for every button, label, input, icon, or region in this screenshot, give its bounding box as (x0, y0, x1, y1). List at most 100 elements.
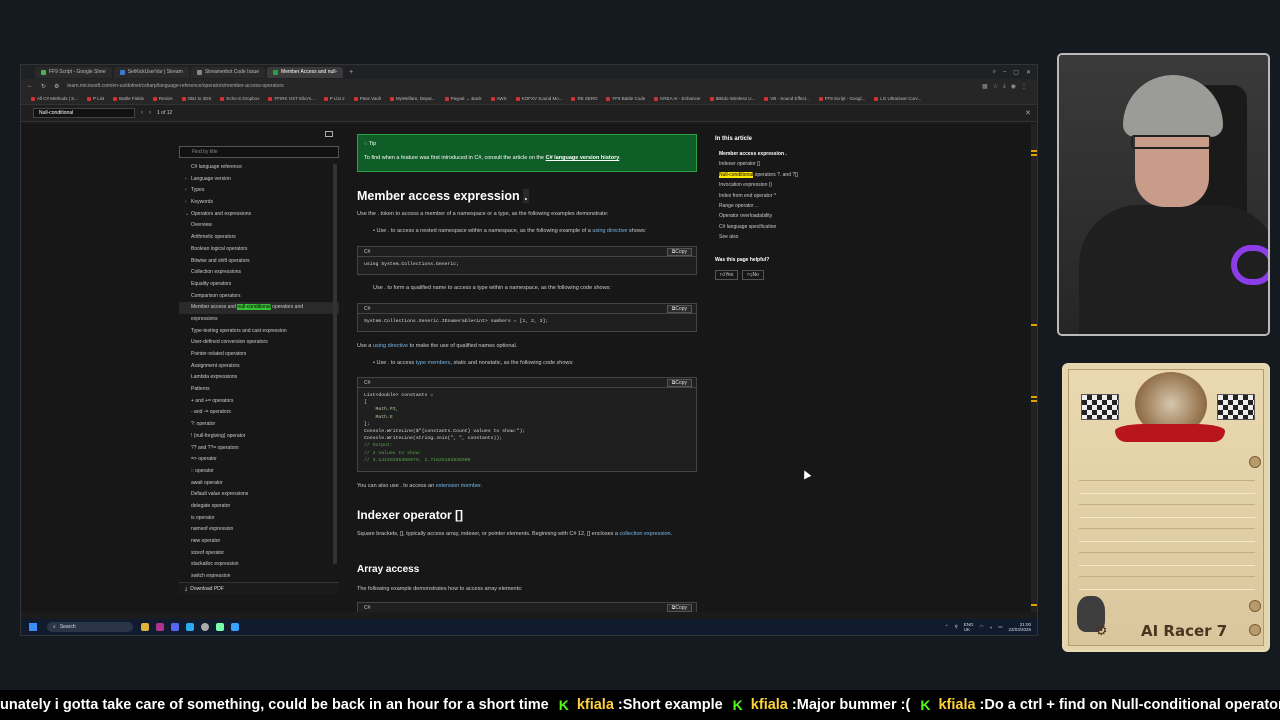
no-button[interactable]: 👎︎ No (742, 270, 764, 280)
bookmark-item[interactable]: FF9 Battle Code (606, 96, 645, 101)
toc-item[interactable]: => operator (179, 454, 339, 466)
in-this-article-link[interactable]: Member access expression . (719, 149, 798, 159)
find-input[interactable]: Null-conditional (33, 108, 135, 118)
toc-item[interactable]: nameof expression (179, 524, 339, 536)
toc-item[interactable]: new operator (179, 536, 339, 548)
app-icon[interactable] (216, 623, 224, 631)
bookmark-item[interactable]: Resize (152, 96, 173, 101)
bookmark-item[interactable]: P List 2 (323, 96, 345, 101)
toc-item[interactable]: + and += operators (179, 396, 339, 408)
profile-icon[interactable]: ◉ (1011, 83, 1016, 90)
bookmark-item[interactable]: Battle Fields (113, 96, 144, 101)
toc-item[interactable]: delegate operator (179, 501, 339, 513)
wifi-icon[interactable]: ◠ (980, 624, 984, 630)
in-this-article-link[interactable]: C# language specification (719, 222, 798, 232)
taskbar-search[interactable]: ⌕ Search (47, 622, 133, 632)
using-directive-link[interactable]: using directive (592, 228, 627, 234)
copy-button[interactable]: ⧉ Copy (666, 247, 692, 256)
battery-icon[interactable]: ▭ (998, 624, 1002, 630)
volume-icon[interactable]: ◖ (989, 625, 992, 630)
bookmark-item[interactable]: All C# Methods | S... (31, 96, 78, 101)
bookmark-item[interactable]: RE ZERO (571, 96, 597, 101)
in-this-article-link[interactable]: See also (719, 232, 798, 242)
toc-item[interactable]: :: operator (179, 466, 339, 478)
bookmark-item[interactable]: VB - Sound Effect... (764, 96, 810, 101)
back-icon[interactable]: ← (27, 83, 33, 89)
copy-button[interactable]: ⧉ Copy (666, 603, 692, 612)
in-this-article-link[interactable]: Indexer operator [] (719, 159, 798, 169)
filter-by-title-input[interactable]: Find by title (179, 146, 339, 158)
bookmark-item[interactable]: Pass Vault (353, 96, 381, 101)
menu-icon[interactable]: ⋮ (1021, 83, 1027, 90)
toc-item[interactable]: ! (null-forgiving) operator (179, 431, 339, 443)
in-this-article-link[interactable]: Null-conditional operators ?. and ?[] (719, 170, 798, 180)
toc-item[interactable]: Default value expressions (179, 489, 339, 501)
reload-icon[interactable]: ↻ (41, 83, 46, 90)
toc-item[interactable]: Pointer-related operators (179, 349, 339, 361)
toc-item[interactable]: Member access and null-conditional opera… (179, 302, 339, 314)
toc-item[interactable]: User-defined conversion operators (179, 337, 339, 349)
toc-item[interactable]: Bitwise and shift operators (179, 256, 339, 268)
bookmark-star-icon[interactable]: ☆ (993, 83, 998, 90)
toc-item[interactable]: expressions (179, 314, 339, 326)
toc-item[interactable]: › Language version (179, 174, 339, 186)
toc-item[interactable]: ?: operator (179, 419, 339, 431)
bookmark-item[interactable]: LG UltraGear Curv... (874, 96, 921, 101)
tab-member-access[interactable]: Member Access and null- (267, 66, 344, 78)
toc-item[interactable]: Equality operators (179, 279, 339, 291)
toc-item[interactable]: C# language reference (179, 162, 339, 174)
bookmark-item[interactable]: Echo-S Dropbox (220, 96, 259, 101)
toc-item[interactable]: is operator (179, 513, 339, 525)
location-icon[interactable]: ⚲ (954, 624, 957, 630)
bookmark-item[interactable]: FF9 Script - Googl... (818, 96, 865, 101)
bookmark-item[interactable]: KREA AI - Enhancer (654, 96, 701, 101)
find-close-icon[interactable]: ✕ (1025, 109, 1031, 117)
find-next-icon[interactable]: › (149, 110, 151, 116)
bookmark-item[interactable]: KOFXV Sound Mo... (515, 96, 562, 101)
url-input[interactable]: learn.microsoft.com/en-us/dotnet/csharp/… (67, 83, 283, 89)
telegram-icon[interactable] (186, 623, 194, 631)
toc-item[interactable]: › Types (179, 185, 339, 197)
toc-item[interactable]: ?? and ??= operators (179, 443, 339, 455)
steam-icon[interactable] (201, 623, 209, 631)
file-explorer-icon[interactable] (141, 623, 149, 631)
in-this-article-link[interactable]: Operator overloadability (719, 211, 798, 221)
maximize-icon[interactable]: ▢ (1013, 69, 1019, 76)
discord-icon[interactable] (171, 623, 179, 631)
tab-ff9-script[interactable]: FF9 Script - Google Shee (35, 66, 112, 78)
toc-item[interactable]: Arithmetic operators (179, 232, 339, 244)
downloads-icon[interactable]: ⤓ (1003, 83, 1006, 90)
app-icon[interactable] (231, 623, 239, 631)
toc-item[interactable]: await operator (179, 478, 339, 490)
in-this-article-link[interactable]: Invocation expression () (719, 180, 798, 190)
bookmark-item[interactable]: P List (86, 96, 104, 101)
collapse-sidebar-icon[interactable] (325, 131, 333, 137)
toc-item[interactable]: Boolean logical operators (179, 244, 339, 256)
toc-item[interactable]: ⌄ Operators and expressions (179, 209, 339, 221)
tray-chevron-icon[interactable]: ⌃ (945, 624, 949, 630)
minimize-icon[interactable]: – (1003, 69, 1006, 76)
app-icon[interactable] (156, 623, 164, 631)
toc-item[interactable]: Type-testing operators and cast expressi… (179, 326, 339, 338)
download-pdf-link[interactable]: ⤓ Download PDF (179, 582, 339, 594)
extension-icon[interactable]: ▦ (982, 83, 988, 90)
page-scrollbar[interactable] (1031, 124, 1037, 612)
close-window-icon[interactable]: ✕ (1026, 69, 1031, 76)
toc-item[interactable]: › Keywords (179, 197, 339, 209)
windows-start-icon[interactable] (29, 623, 37, 631)
using-directive-link[interactable]: using directive (373, 343, 408, 349)
new-tab-icon[interactable]: + (345, 69, 357, 76)
bookmark-item[interactable]: Paypal → Bank (444, 96, 482, 101)
bookmark-item[interactable]: MyWelfare, Depar... (389, 96, 436, 101)
tab-setkickuservar[interactable]: SetKickUserVar | Stream (113, 66, 189, 78)
toc-item[interactable]: switch expression (179, 571, 339, 583)
toc-scrollbar[interactable] (333, 164, 337, 564)
language-indicator[interactable]: ENG UK (964, 622, 974, 632)
tab-streamerbot[interactable]: Streamerbot Code Issue (190, 66, 266, 78)
toc-item[interactable]: stackalloc expression (179, 559, 339, 571)
toc-item[interactable]: Patterns (179, 384, 339, 396)
bookmark-item[interactable]: OBJ to 3DS (181, 96, 211, 101)
in-this-article-link[interactable]: Range operator .. (719, 201, 798, 211)
toc-item[interactable]: Collection expressions (179, 267, 339, 279)
bookmark-item[interactable]: FFIRK OST Eiko's... (268, 96, 315, 101)
